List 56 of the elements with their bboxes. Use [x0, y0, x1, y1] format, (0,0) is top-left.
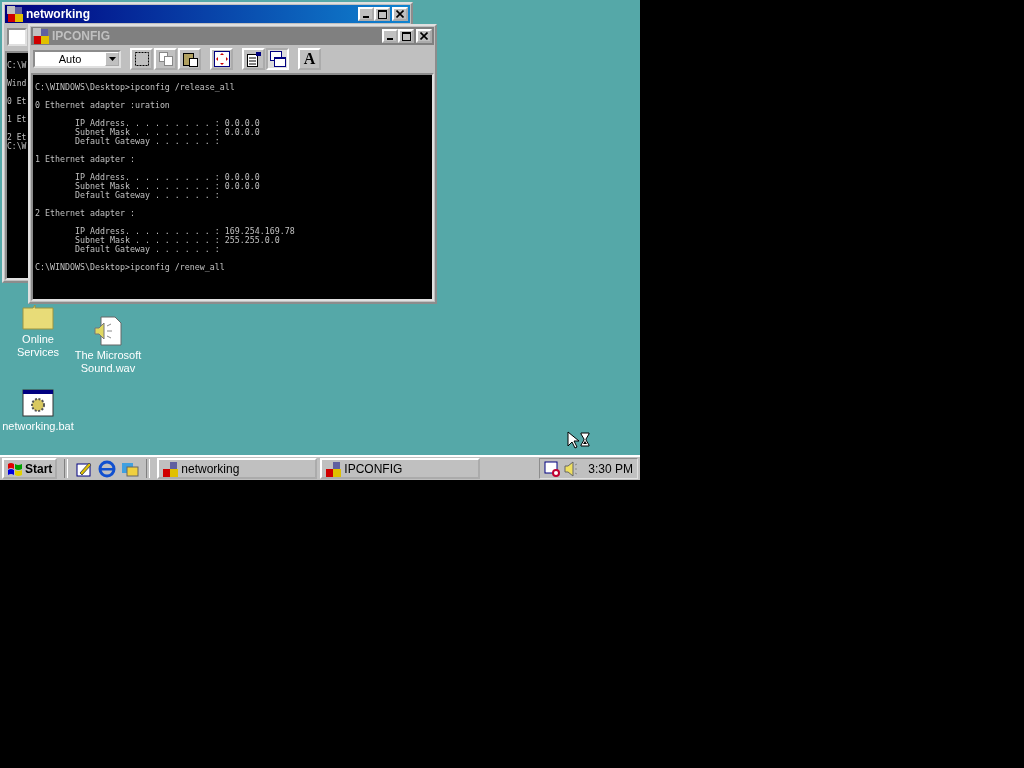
windows-logo-icon: [7, 461, 23, 476]
maximize-icon: [401, 31, 411, 41]
gear-window-icon[interactable]: [22, 389, 54, 417]
clock: 3:30 PM: [588, 461, 633, 476]
console-line: C:\W: [7, 61, 27, 70]
minimize-button[interactable]: [358, 7, 374, 21]
console-line: 0 Ethernet adapter :uration: [35, 101, 170, 110]
sound-file-icon[interactable]: [93, 316, 123, 346]
msdos-icon: [33, 28, 49, 44]
taskbar-button[interactable]: networking: [157, 458, 318, 479]
window-title: IPCONFIG: [52, 29, 111, 43]
console-line: Wind: [7, 79, 27, 88]
close-button[interactable]: [392, 7, 408, 21]
properties-button[interactable]: [242, 48, 265, 70]
console-line: Subnet Mask . . . . . . . . : 0.0.0.0: [73, 182, 260, 191]
speaker-icon[interactable]: [564, 459, 578, 478]
taskbar-button[interactable]: IPCONFIG: [320, 458, 481, 479]
console-line: Default Gateway . . . . . . :: [73, 137, 220, 146]
maximize-button[interactable]: [374, 7, 390, 21]
console-line: Default Gateway . . . . . . :: [73, 245, 220, 254]
console-line: IP Address. . . . . . . . . : 0.0.0.0: [73, 173, 260, 182]
full-screen-button[interactable]: [210, 48, 233, 70]
scheduler-icon[interactable]: [544, 459, 562, 478]
console-line: 1 Et: [7, 115, 27, 124]
console-line: Default Gateway . . . . . . :: [73, 191, 220, 200]
console-line: IP Address. . . . . . . . . : 169.254.169.78: [73, 227, 295, 236]
console-line: Subnet Mask . . . . . . . . : 0.0.0.0: [73, 128, 260, 137]
font-button[interactable]: A: [298, 48, 321, 70]
msdos-icon: [7, 6, 23, 22]
console-line: C:\WINDOWS\Desktop>ipconfig /renew_all: [35, 263, 225, 272]
close-icon: [396, 10, 404, 18]
busy-cursor-icon: [567, 431, 591, 449]
font-size-dropdown[interactable]: Auto: [33, 50, 121, 68]
close-button[interactable]: [416, 29, 432, 43]
window-title: networking: [26, 7, 91, 21]
console-line: IP Address. . . . . . . . . : 0.0.0.0: [73, 119, 260, 128]
console-line: 2 Ethernet adapter :: [35, 209, 135, 218]
console-line: Subnet Mask . . . . . . . . : 255.255.0.0: [73, 236, 280, 245]
msdos-icon: [162, 460, 179, 477]
title-bar[interactable]: networking: [5, 5, 410, 23]
msdos-icon: [325, 460, 342, 477]
close-icon: [420, 32, 428, 40]
console-line: C:\W: [7, 142, 27, 151]
console-line: 1 Ethernet adapter :: [35, 155, 135, 164]
minimize-button[interactable]: [382, 29, 398, 43]
paste-button[interactable]: [178, 48, 201, 70]
console-line: C:\WINDOWS\Desktop>ipconfig /release_all: [35, 83, 235, 92]
maximize-icon: [377, 9, 387, 19]
console-line: 2 Et: [7, 133, 27, 142]
dropdown-arrow-icon: [108, 57, 116, 61]
browser-icon[interactable]: [98, 459, 117, 478]
console-line: 0 Et: [7, 97, 27, 106]
input-field[interactable]: [7, 28, 27, 46]
maximize-button[interactable]: [398, 29, 414, 43]
start-button[interactable]: Start: [2, 458, 58, 479]
mark-button[interactable]: [130, 48, 153, 70]
